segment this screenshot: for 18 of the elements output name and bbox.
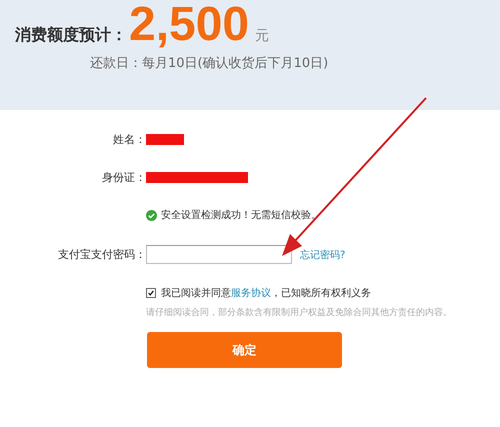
quota-amount: 2,500 [129,0,250,50]
quota-label: 消费额度预计： [15,25,127,46]
contract-note: 请仔细阅读合同，部分条款含有限制用户权益及免除合同其他方责任的内容。 [146,306,452,319]
currency-unit: 元 [255,27,270,45]
field-label: 支付宝支付密码： [57,247,146,262]
check-circle-icon [146,210,157,220]
confirm-button[interactable]: 确定 [147,332,342,368]
forgot-password-link[interactable]: 忘记密码? [300,248,346,262]
success-message: 安全设置检测成功！无需短信校验。 [161,208,321,222]
redaction-mark [146,134,184,145]
repay-date: 每月10日(确认收货后下月10日) [142,56,328,71]
repay-label: 还款日： [90,56,142,71]
checkbox[interactable] [146,288,156,298]
password-field[interactable] [146,245,292,264]
service-agreement-link[interactable]: 服务协议 [231,288,271,299]
field-label: 姓名： [112,132,146,147]
agreement-text: 我已阅读并同意服务协议，已知晓所有权利义务 [161,286,371,300]
field-label: 身份证： [101,170,146,185]
